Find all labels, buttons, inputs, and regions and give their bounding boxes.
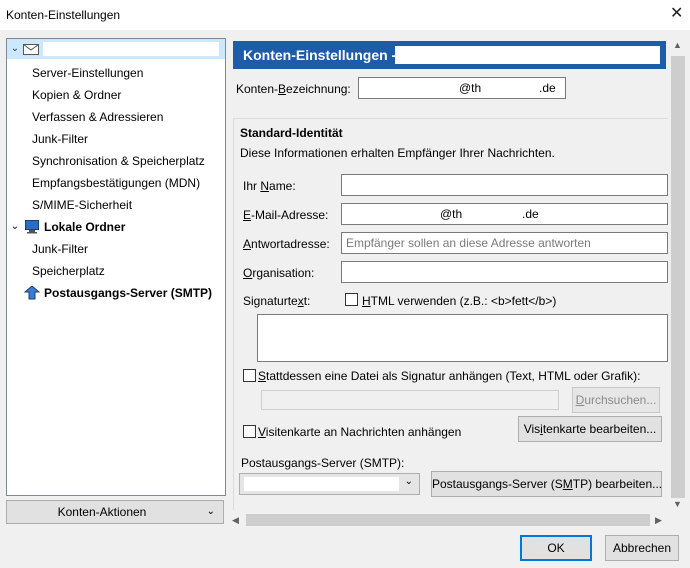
smtp-label: Postausgangs-Server (SMTP): bbox=[241, 456, 405, 470]
title-bar: Konten-Einstellungen ✕ bbox=[0, 0, 690, 30]
email-input[interactable]: @th .de bbox=[341, 203, 668, 225]
tree-item-server-settings[interactable]: Server-Einstellungen bbox=[32, 63, 143, 83]
name-input[interactable] bbox=[341, 174, 668, 196]
ok-button[interactable]: OK bbox=[520, 535, 592, 561]
email-domain: .de bbox=[522, 207, 539, 221]
account-name-at: @th bbox=[459, 81, 482, 95]
mail-icon bbox=[23, 44, 39, 55]
account-actions-button[interactable]: Konten-Aktionen ⌄ bbox=[6, 500, 224, 524]
name-label: Ihr Name: bbox=[243, 179, 296, 193]
window-title: Konten-Einstellungen bbox=[6, 8, 121, 22]
account-name-label: Konten-Bezeichnung: bbox=[236, 82, 351, 96]
html-checkbox-label[interactable]: HTML verwenden (z.B.: <b>fett</b>) bbox=[362, 294, 556, 308]
email-at: @th bbox=[440, 207, 463, 221]
scroll-down-icon[interactable]: ▼ bbox=[673, 499, 682, 509]
chevron-down-icon: ⌄ bbox=[404, 476, 413, 487]
tree-item-smtp[interactable]: Postausgangs-Server (SMTP) bbox=[7, 283, 225, 303]
computer-icon bbox=[25, 220, 39, 234]
tree-item-mdn[interactable]: Empfangsbestätigungen (MDN) bbox=[32, 173, 200, 193]
reply-to-label: Antwortadresse: bbox=[243, 237, 330, 251]
account-name-input[interactable]: @th .de bbox=[358, 77, 566, 99]
tree-item-label: Postausgangs-Server (SMTP) bbox=[44, 286, 213, 300]
signature-file-checkbox[interactable] bbox=[243, 369, 256, 382]
html-checkbox[interactable] bbox=[345, 293, 358, 306]
tree-item-local-storage[interactable]: Speicherplatz bbox=[32, 261, 105, 281]
reply-to-placeholder: Empfänger sollen an diese Adresse antwor… bbox=[346, 236, 591, 250]
account-name-redacted bbox=[43, 42, 219, 56]
cancel-button[interactable]: Abbrechen bbox=[605, 535, 679, 561]
tree-item-composition[interactable]: Verfassen & Adressieren bbox=[32, 107, 163, 127]
account-name-domain: .de bbox=[539, 81, 556, 95]
tree-item-label: Lokale Ordner bbox=[44, 220, 126, 234]
tree-item-smime[interactable]: S/MIME-Sicherheit bbox=[32, 195, 132, 215]
organization-input[interactable] bbox=[341, 261, 668, 283]
scroll-up-icon[interactable]: ▲ bbox=[673, 40, 682, 50]
browse-button[interactable]: Durchsuchen... bbox=[572, 387, 660, 413]
edit-smtp-button[interactable]: Postausgangs-Server (SMTP) bearbeiten... bbox=[431, 471, 662, 497]
email-label: E-Mail-Adresse: bbox=[243, 208, 329, 222]
tree-item-copies-folders[interactable]: Kopien & Ordner bbox=[32, 85, 121, 105]
tree-item-local-junk[interactable]: Junk-Filter bbox=[32, 239, 88, 259]
vcard-label[interactable]: Visitenkarte an Nachrichten anhängen bbox=[258, 425, 461, 439]
outgoing-server-icon bbox=[24, 286, 40, 300]
close-icon[interactable]: ✕ bbox=[670, 4, 683, 24]
header-account-redacted bbox=[395, 46, 660, 64]
account-tree[interactable]: ⌄ Server-Einstellungen Kopien & Ordner V… bbox=[6, 38, 226, 496]
scroll-right-icon[interactable]: ▶ bbox=[655, 515, 662, 526]
reply-to-input[interactable]: Empfänger sollen an diese Adresse antwor… bbox=[341, 232, 668, 254]
chevron-down-icon[interactable]: ⌄ bbox=[9, 217, 21, 237]
smtp-server-redacted bbox=[244, 477, 399, 491]
tree-item-junk[interactable]: Junk-Filter bbox=[32, 129, 88, 149]
tree-item-local-folders[interactable]: ⌄ Lokale Ordner bbox=[7, 217, 225, 237]
vcard-checkbox[interactable] bbox=[243, 425, 256, 438]
signature-label: Signaturtext: bbox=[243, 294, 311, 308]
identity-description: Diese Informationen erhalten Empfänger I… bbox=[240, 146, 555, 160]
organization-label: Organisation: bbox=[243, 266, 315, 280]
scroll-left-icon[interactable]: ◀ bbox=[232, 515, 239, 526]
vertical-scroll-thumb[interactable] bbox=[671, 56, 685, 498]
page-title: Konten-Einstellungen - bbox=[243, 47, 397, 63]
signature-textarea[interactable] bbox=[257, 314, 668, 362]
horizontal-scroll-thumb[interactable] bbox=[246, 514, 650, 526]
account-actions-label: Konten-Aktionen bbox=[57, 505, 147, 519]
tree-item-account[interactable]: ⌄ bbox=[7, 39, 225, 59]
signature-file-label[interactable]: Stattdessen eine Datei als Signatur anhä… bbox=[258, 369, 640, 383]
edit-vcard-button[interactable]: Visitenkarte bearbeiten... bbox=[518, 416, 662, 442]
smtp-select[interactable]: ⌄ bbox=[239, 473, 420, 495]
signature-file-path[interactable] bbox=[261, 390, 559, 410]
identity-title: Standard-Identität bbox=[240, 126, 343, 140]
tree-item-sync[interactable]: Synchronisation & Speicherplatz bbox=[32, 151, 205, 171]
chevron-down-icon: ⌄ bbox=[206, 506, 215, 517]
chevron-down-icon[interactable]: ⌄ bbox=[9, 39, 21, 59]
